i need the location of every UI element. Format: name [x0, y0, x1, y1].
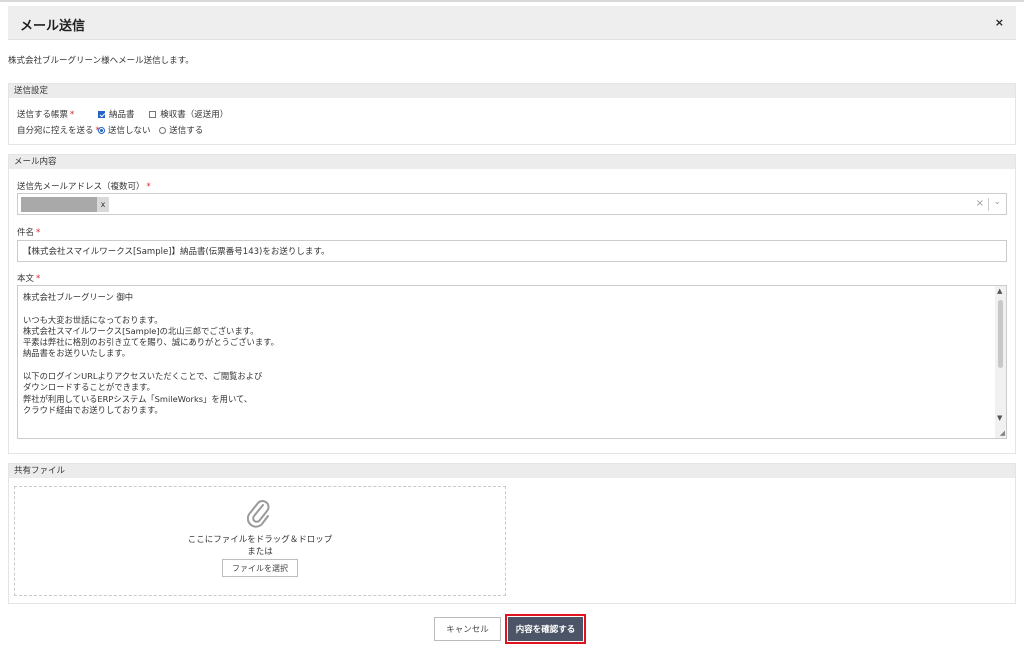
- paperclip-icon: [247, 500, 270, 528]
- radio-no-send-label[interactable]: 送信しない: [108, 126, 151, 136]
- close-icon[interactable]: ×: [995, 16, 1004, 29]
- confirm-button[interactable]: 内容を確認する: [508, 617, 583, 641]
- forms-label: 送信する帳票: [17, 110, 69, 120]
- required-mark: *: [70, 110, 75, 120]
- cc-self-label: 自分宛に控えを送る: [17, 126, 94, 136]
- body-line: [23, 303, 279, 314]
- top-divider: [0, 0, 1024, 2]
- subject-label-row: 件名 *: [17, 226, 40, 238]
- scroll-up-icon[interactable]: ▲: [997, 287, 1002, 295]
- required-mark: *: [36, 274, 41, 284]
- mail-content-section: メール内容 送信先メールアドレス（複数可）* x × ⌄ 件名* 本文* 株式会…: [8, 154, 1016, 454]
- intro-text: 株式会社ブルーグリーン様へメール送信します。: [8, 56, 194, 66]
- subject-label: 件名: [17, 228, 35, 238]
- drop-text: ここにファイルをドラッグ＆ドロップ: [187, 535, 333, 545]
- scroll-down-icon[interactable]: ▼: [997, 414, 1002, 422]
- or-text: または: [247, 547, 273, 557]
- body-line: 株式会社ブルーグリーン 御中: [23, 292, 134, 302]
- to-label: 送信先メールアドレス（複数可）: [17, 182, 145, 192]
- subject-input[interactable]: [17, 240, 1007, 262]
- dialog-header: メール送信 ×: [8, 6, 1016, 40]
- body-line: 以下のログインURLよりアクセスいただくことで、ご閲覧および: [23, 371, 263, 382]
- body-line: クラウド経由でお送りしております。: [23, 404, 163, 415]
- checkbox-delivery-note-label[interactable]: 納品書: [109, 110, 135, 120]
- body-label: 本文: [17, 274, 35, 284]
- select-file-button[interactable]: ファイルを選択: [222, 559, 298, 577]
- required-mark: *: [146, 182, 151, 192]
- clear-icon[interactable]: ×: [976, 198, 984, 209]
- body-textarea[interactable]: 株式会社ブルーグリーン 御中いつも大変お世話になっております。 株式会社スマイルワ…: [17, 285, 1007, 439]
- radio-send-label[interactable]: 送信する: [169, 126, 203, 136]
- required-mark: *: [36, 228, 41, 238]
- scrollbar-thumb[interactable]: [998, 300, 1003, 368]
- send-settings-heading: 送信設定: [9, 84, 1015, 98]
- checkbox-acceptance-form[interactable]: [149, 111, 157, 118]
- cc-options: 送信しない 送信する: [98, 124, 203, 136]
- body-line: 弊社が利用しているERPシステム「SmileWorks」を用いて、: [23, 393, 253, 404]
- body-line: [23, 360, 279, 371]
- resize-grip-icon[interactable]: ◢: [1000, 429, 1005, 437]
- radio-no-send[interactable]: [98, 127, 105, 134]
- cancel-button[interactable]: キャンセル: [434, 617, 501, 641]
- body-text: 株式会社ブルーグリーン 御中いつも大変お世話になっております。 株式会社スマイルワ…: [23, 292, 279, 416]
- body-line: ダウンロードすることができます。: [23, 382, 155, 393]
- send-settings-section: 送信設定 送信する帳票* 納品書 検収書（返送用） 自分宛に控えを送る* 送信し…: [8, 83, 1016, 145]
- select-divider: [988, 198, 989, 211]
- file-dropzone[interactable]: ここにファイルをドラッグ＆ドロップ または ファイルを選択: [14, 486, 506, 596]
- radio-send[interactable]: [159, 127, 167, 134]
- scrollbar[interactable]: ▲ ▼: [995, 286, 1006, 438]
- checkbox-delivery-note[interactable]: [98, 111, 105, 118]
- body-line: 納品書をお送りいたします。: [23, 348, 131, 359]
- forms-options: 納品書 検収書（返送用）: [98, 108, 240, 120]
- shared-files-heading: 共有ファイル: [9, 464, 1015, 478]
- cc-row: 自分宛に控えを送る*: [17, 124, 100, 136]
- to-label-row: 送信先メールアドレス（複数可） *: [17, 180, 151, 192]
- chip-remove-icon[interactable]: x: [97, 197, 109, 212]
- forms-row: 送信する帳票 *: [17, 108, 74, 120]
- shared-files-section: 共有ファイル ここにファイルをドラッグ＆ドロップ または ファイルを選択: [8, 463, 1016, 604]
- body-line: いつも大変お世話になっております。: [23, 314, 163, 325]
- recipient-chip: x: [21, 197, 109, 212]
- body-line: 株式会社スマイルワークス[Sample]の北山三郎でございます。: [23, 325, 259, 336]
- mail-content-heading: メール内容: [9, 155, 1015, 169]
- body-label-row: 本文 *: [17, 272, 40, 284]
- checkbox-acceptance-form-label[interactable]: 検収書（返送用）: [160, 110, 228, 120]
- recipient-chip-value: [21, 197, 97, 212]
- chevron-down-icon[interactable]: ⌄: [993, 197, 1001, 207]
- dialog-title: メール送信: [20, 19, 86, 34]
- recipient-select[interactable]: x × ⌄: [17, 193, 1007, 215]
- body-line: 平素は弊社に格別のお引き立てを賜り、誠にありがとうございます。: [23, 337, 279, 348]
